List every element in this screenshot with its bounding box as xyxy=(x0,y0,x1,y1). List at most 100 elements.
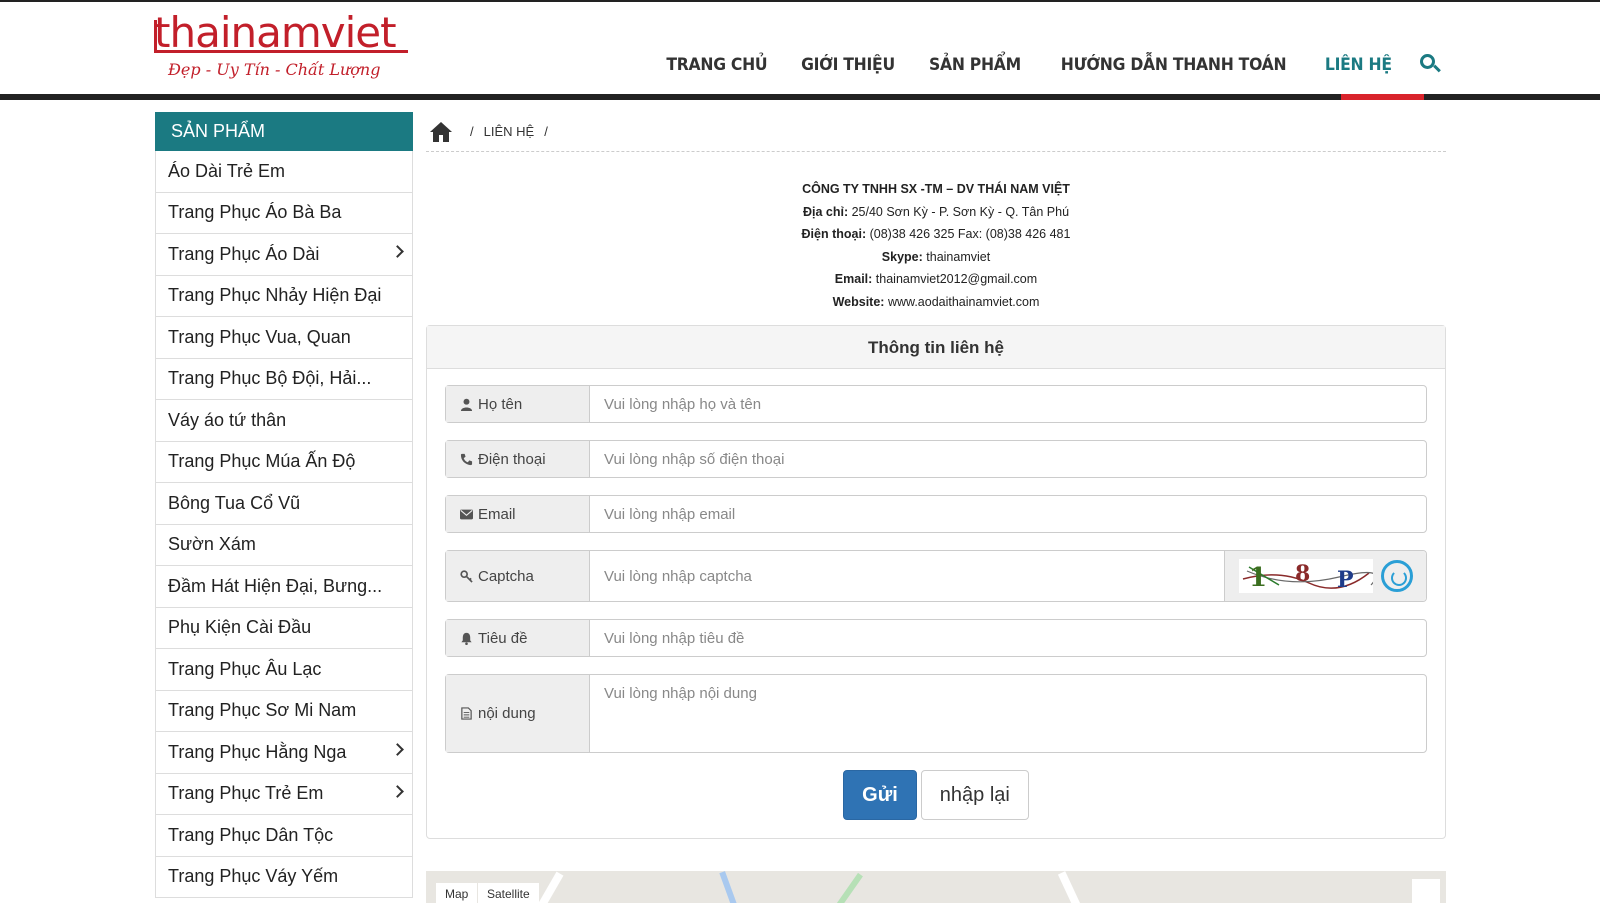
content-label-text: nội dung xyxy=(478,705,536,722)
map-road xyxy=(835,872,863,903)
sidebar-item[interactable]: Áo Dài Trẻ Em xyxy=(155,151,413,193)
contact-main: / LIÊN HỆ / CÔNG TY TNHH SX -TM – DV THÁ… xyxy=(426,112,1446,839)
sidebar-item-label: Trang Phục Múa Ấn Độ xyxy=(168,451,356,472)
satellite-tab[interactable]: Satellite xyxy=(478,883,539,903)
reset-button[interactable]: nhập lại xyxy=(920,770,1029,820)
sidebar-item-label: Sườn Xám xyxy=(168,534,256,555)
sidebar-item-label: Trang Phục Hằng Nga xyxy=(168,741,347,762)
nav-active-indicator xyxy=(1341,94,1424,100)
email-label-text: Email xyxy=(478,505,516,523)
phone-label-text: Điện thoại xyxy=(478,450,546,468)
captcha-char: 1 xyxy=(1249,563,1268,593)
captcha-image: 1 8 P xyxy=(1239,559,1373,593)
address-label: Địa chỉ: xyxy=(802,204,849,219)
email-input[interactable] xyxy=(590,496,1426,532)
submit-button[interactable]: Gửi xyxy=(843,770,917,820)
refresh-captcha-icon[interactable] xyxy=(1381,560,1413,592)
sidebar-item-label: Trang Phục Sơ Mi Nam xyxy=(168,700,357,721)
phone-input[interactable] xyxy=(590,441,1426,477)
fullscreen-icon[interactable] xyxy=(1412,879,1440,903)
sidebar-item[interactable]: Trang Phục Trẻ Em xyxy=(155,773,413,815)
nav-contact[interactable]: LIÊN HỆ xyxy=(1313,2,1404,96)
sidebar-item[interactable]: Trang Phục Bộ Đội, Hải... xyxy=(155,358,413,400)
sidebar-item[interactable]: Váy áo tứ thân xyxy=(155,400,413,442)
sidebar-item[interactable]: Trang Phục Áo Bà Ba xyxy=(155,192,413,234)
chevron-right-icon[interactable] xyxy=(391,743,404,756)
map-road xyxy=(1057,871,1083,903)
name-label: Họ tên xyxy=(446,386,590,422)
phone-row: Điện thoại xyxy=(445,440,1427,478)
breadcrumb-current[interactable]: LIÊN HỆ xyxy=(484,124,535,139)
sidebar-item[interactable]: Trang Phục Âu Lạc xyxy=(155,649,413,691)
sidebar-item[interactable]: Trang Phục Múa Ấn Độ xyxy=(155,441,413,483)
website-value: www.aodaithainamviet.com xyxy=(887,294,1040,309)
sidebar-item-label: Trang Phục Áo Dài xyxy=(168,243,320,264)
contact-form: Họ tên Điện thoại Email xyxy=(427,369,1445,820)
email-label: Email xyxy=(446,496,590,532)
sidebar-item-label: Trang Phục Nhảy Hiện Đại xyxy=(168,285,382,306)
sidebar-item[interactable]: Phụ Kiện Cài Đầu xyxy=(155,607,413,649)
subject-input[interactable] xyxy=(590,620,1426,656)
content-textarea[interactable] xyxy=(590,675,1426,752)
user-icon xyxy=(460,398,473,411)
logo-underline xyxy=(154,20,408,53)
sidebar-item[interactable]: Trang Phục Hằng Nga xyxy=(155,732,413,774)
sidebar-item-label: Trang Phục Bộ Đội, Hải... xyxy=(168,368,372,389)
chevron-right-icon[interactable] xyxy=(391,784,404,798)
sidebar-item[interactable]: Trang Phục Sơ Mi Nam xyxy=(155,690,413,732)
subject-row: Tiêu đề xyxy=(445,619,1427,657)
map-road xyxy=(719,871,739,903)
map-tab[interactable]: Map xyxy=(436,883,478,903)
sidebar-item[interactable]: Trang Phục Dân Tộc xyxy=(155,815,413,857)
sidebar-item[interactable]: Đầm Hát Hiện Đại, Bưng... xyxy=(155,566,413,608)
breadcrumb-separator: / xyxy=(544,124,548,139)
sidebar-item[interactable]: Sườn Xám xyxy=(155,524,413,566)
google-map[interactable]: Map Satellite xyxy=(426,871,1446,903)
skype-label: Skype: xyxy=(881,249,923,264)
home-icon[interactable] xyxy=(428,121,454,143)
sidebar-item-label: Trang Phục Vua, Quan xyxy=(168,326,351,347)
sidebar-item[interactable]: Trang Phục Nhảy Hiện Đại xyxy=(155,275,413,317)
address-value: 25/40 Sơn Kỳ - P. Sơn Kỳ - Q. Tân Phú xyxy=(851,204,1070,219)
chevron-right-icon[interactable] xyxy=(391,245,404,258)
nav-about[interactable]: GIỚI THIỆU xyxy=(789,2,907,96)
sidebar-item[interactable]: Trang Phục Áo Dài xyxy=(155,234,413,276)
nav-products[interactable]: SẢN PHẨM xyxy=(917,2,1033,96)
sidebar-item[interactable]: Trang Phục Vua, Quan xyxy=(155,317,413,359)
captcha-char: P xyxy=(1337,567,1354,593)
breadcrumb: / LIÊN HỆ / xyxy=(426,112,1446,152)
nav-payment-guide[interactable]: HƯỚNG DẪN THANH TOÁN xyxy=(1049,2,1298,96)
contact-form-panel: Thông tin liên hệ Họ tên Điện thoại xyxy=(426,325,1446,839)
sidebar-item-label: Đầm Hát Hiện Đại, Bưng... xyxy=(168,575,383,596)
content-row: nội dung xyxy=(445,674,1427,753)
sidebar-item-label: Trang Phục Âu Lạc xyxy=(168,658,322,679)
logo[interactable]: thainamviet Đẹp - Uy Tín - Chất Lượng xyxy=(154,12,410,88)
captcha-row: Captcha 1 8 P xyxy=(445,550,1427,602)
skype-value: thainamviet xyxy=(926,249,991,264)
sidebar-item-label: Bông Tua Cổ Vũ xyxy=(168,492,301,513)
search-icon[interactable] xyxy=(1408,2,1448,96)
form-buttons: Gửi nhập lại xyxy=(445,770,1427,820)
sidebar-item-label: Trang Phục Dân Tộc xyxy=(168,824,334,845)
email-label: Email: xyxy=(834,272,873,286)
breadcrumb-separator: / xyxy=(470,124,474,139)
phone-label: Điện thoại xyxy=(446,441,590,477)
document-icon xyxy=(461,707,472,720)
nav-home[interactable]: TRANG CHỦ xyxy=(654,2,779,96)
sidebar-item[interactable]: Trang Phục Váy Yếm xyxy=(155,856,413,898)
sidebar-item-label: Phụ Kiện Cài Đầu xyxy=(168,617,312,638)
name-input[interactable] xyxy=(590,386,1426,422)
name-row: Họ tên xyxy=(445,385,1427,423)
name-label-text: Họ tên xyxy=(478,395,523,413)
captcha-input[interactable] xyxy=(590,551,1224,601)
phone-label: Điện thoại: xyxy=(801,227,867,241)
sidebar-item[interactable]: Bông Tua Cổ Vũ xyxy=(155,483,413,525)
sidebar-item-label: Trang Phục Áo Bà Ba xyxy=(168,202,342,223)
captcha-char: 8 xyxy=(1295,561,1311,587)
logo-slogan: Đẹp - Uy Tín - Chất Lượng xyxy=(168,60,381,79)
sidebar-item-label: Váy áo tứ thân xyxy=(168,409,287,430)
email-row: Email xyxy=(445,495,1427,533)
main-nav: TRANG CHỦ GIỚI THIỆU SẢN PHẨM HƯỚNG DẪN … xyxy=(649,2,1448,96)
map-road xyxy=(536,871,564,903)
product-sidebar: SẢN PHẨM Áo Dài Trẻ Em Trang Phục Áo Bà B… xyxy=(155,112,413,898)
